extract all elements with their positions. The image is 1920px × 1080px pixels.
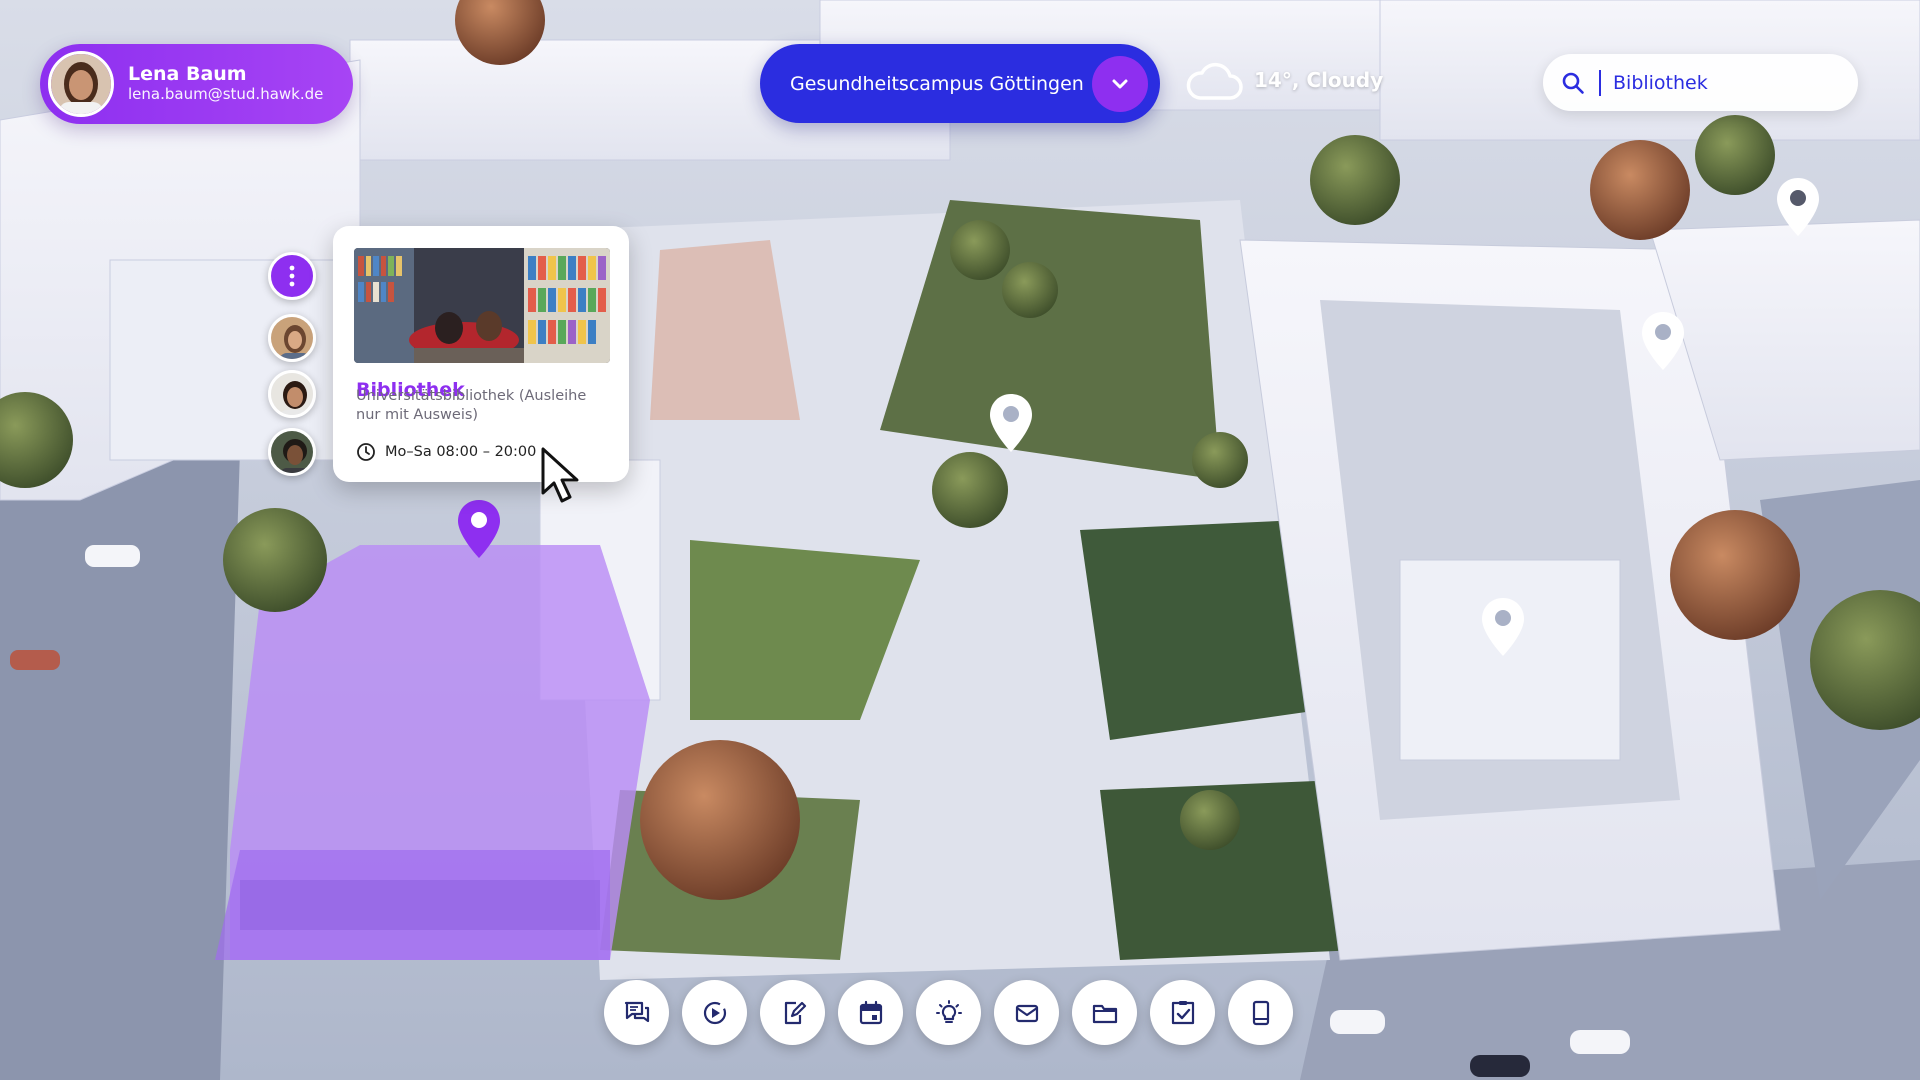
location-description: Universitätsbibliothek (Ausleihe nur mit… (356, 388, 587, 423)
campus-name: Gesundheitscampus Göttingen (790, 72, 1084, 95)
search-divider (1599, 69, 1601, 96)
location-pin-icon[interactable] (1480, 596, 1526, 658)
bottom-dock (604, 980, 1293, 1045)
calendar-icon[interactable] (838, 980, 903, 1045)
lightbulb-icon[interactable] (916, 980, 981, 1045)
mouse-cursor-icon (541, 447, 579, 503)
library-photo (354, 248, 610, 363)
user-name: Lena Baum (128, 63, 247, 86)
more-vertical-icon[interactable] (268, 252, 316, 300)
weather-text: 14°, Cloudy (1254, 68, 1384, 92)
clock-icon (357, 443, 375, 461)
folder-icon[interactable] (1072, 980, 1137, 1045)
checklist-icon[interactable] (1150, 980, 1215, 1045)
location-pin-icon[interactable] (1775, 176, 1821, 238)
chevron-down-icon[interactable] (1092, 55, 1148, 112)
user-profile[interactable]: Lena Baum lena.baum@stud.hawk.de (40, 44, 353, 124)
search-icon[interactable] (1561, 70, 1587, 96)
mail-icon[interactable] (994, 980, 1059, 1045)
campus-map[interactable] (0, 0, 1920, 1080)
location-pin-icon[interactable] (1640, 310, 1686, 372)
library-pin-icon[interactable] (456, 498, 502, 560)
weather-widget: 14°, Cloudy (1184, 58, 1383, 102)
contact-avatar[interactable] (268, 428, 316, 476)
location-info-card[interactable]: Bibliothek Universitätsbibliothek (Ausle… (333, 226, 629, 482)
edit-document-icon[interactable] (760, 980, 825, 1045)
search-input[interactable] (1613, 71, 1843, 94)
contact-avatar[interactable] (268, 314, 316, 362)
tablet-icon[interactable] (1228, 980, 1293, 1045)
opening-hours-text: Mo–Sa 08:00 – 20:00 (385, 444, 537, 460)
cloud-icon (1186, 62, 1243, 100)
opening-hours: Mo–Sa 08:00 – 20:00 (356, 442, 536, 462)
search-bar[interactable] (1543, 54, 1858, 111)
contact-avatar[interactable] (268, 370, 316, 418)
campus-selector[interactable]: Gesundheitscampus Göttingen (760, 44, 1160, 123)
location-pin-icon[interactable] (988, 392, 1034, 454)
chat-icon[interactable] (604, 980, 669, 1045)
user-email: lena.baum@stud.hawk.de (128, 85, 324, 104)
play-circle-icon[interactable] (682, 980, 747, 1045)
user-avatar[interactable] (48, 51, 114, 117)
